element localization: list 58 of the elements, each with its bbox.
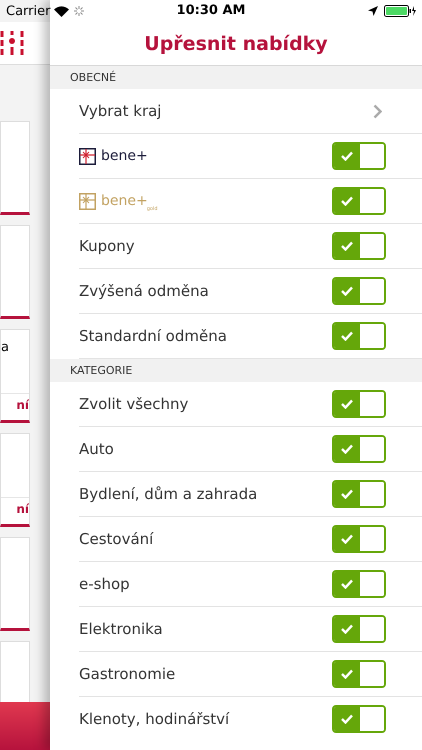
toggle-switch[interactable] bbox=[332, 615, 386, 643]
checkmark-icon bbox=[341, 399, 353, 409]
brand-logo-text: bene+ bbox=[101, 193, 148, 209]
brand-logo-text: bene+ bbox=[101, 148, 148, 164]
checkmark-icon bbox=[341, 196, 353, 206]
checkmark-icon bbox=[341, 579, 353, 589]
toggle-switch[interactable] bbox=[332, 277, 386, 305]
toggle-switch[interactable] bbox=[332, 187, 386, 215]
row-label: Bydlení, dům a zahrada bbox=[79, 485, 258, 503]
checkmark-icon bbox=[341, 489, 353, 499]
toggle-switch[interactable] bbox=[332, 570, 386, 598]
clock-time: 10:30 AM bbox=[176, 3, 246, 18]
offer-card[interactable] bbox=[0, 225, 30, 319]
toggle-switch[interactable] bbox=[332, 480, 386, 508]
checkmark-icon bbox=[341, 241, 353, 251]
section-header: KATEGORIE bbox=[70, 364, 132, 377]
row-label: Kupony bbox=[79, 237, 136, 255]
wifi-icon bbox=[54, 6, 70, 16]
carrier-label: Carrier bbox=[6, 4, 50, 18]
row-label: Cestování bbox=[79, 530, 154, 548]
checkmark-icon bbox=[341, 669, 353, 679]
toggle-switch[interactable] bbox=[332, 390, 386, 418]
toggle-switch[interactable] bbox=[332, 525, 386, 553]
battery-icon bbox=[384, 5, 416, 17]
checkmark-icon bbox=[341, 286, 353, 296]
checkmark-icon bbox=[341, 151, 353, 161]
row-label: Zvolit všechny bbox=[79, 395, 190, 413]
row-label: Vybrat kraj bbox=[79, 102, 162, 120]
activity-spinner-icon bbox=[74, 6, 84, 16]
checkmark-icon bbox=[341, 714, 353, 724]
section-header: OBECNÉ bbox=[70, 71, 116, 84]
offer-card[interactable] bbox=[0, 121, 30, 215]
checkmark-icon bbox=[341, 624, 353, 634]
row-label: Standardní odměna bbox=[79, 327, 228, 345]
row-label: Zvýšená odměna bbox=[79, 282, 210, 300]
row-label: Klenoty, hodinářství bbox=[79, 710, 230, 728]
gift-box-icon bbox=[79, 192, 96, 210]
toggle-switch[interactable] bbox=[332, 322, 386, 350]
chevron-icon[interactable] bbox=[373, 104, 382, 118]
row-label: e-shop bbox=[79, 575, 131, 593]
checkmark-icon bbox=[341, 534, 353, 544]
bottom-action-bar[interactable] bbox=[0, 702, 50, 750]
offer-card[interactable] bbox=[0, 537, 30, 631]
row-label: Gastronomie bbox=[79, 665, 176, 683]
gift-box-icon bbox=[79, 148, 96, 164]
checkmark-icon bbox=[341, 331, 353, 341]
toggle-switch[interactable] bbox=[332, 660, 386, 688]
location-arrow-icon bbox=[368, 6, 378, 16]
toggle-switch[interactable] bbox=[332, 142, 386, 170]
card-text: a bbox=[1, 339, 10, 355]
checkmark-icon bbox=[341, 444, 353, 454]
row-label: Auto bbox=[79, 440, 115, 458]
brand-mark-icon bbox=[0, 31, 26, 55]
panel-title: Upřesnit nabídky bbox=[144, 32, 328, 54]
row-label: Elektronika bbox=[79, 620, 164, 638]
toggle-switch[interactable] bbox=[332, 232, 386, 260]
toggle-switch[interactable] bbox=[332, 705, 386, 733]
toggle-switch[interactable] bbox=[332, 435, 386, 463]
